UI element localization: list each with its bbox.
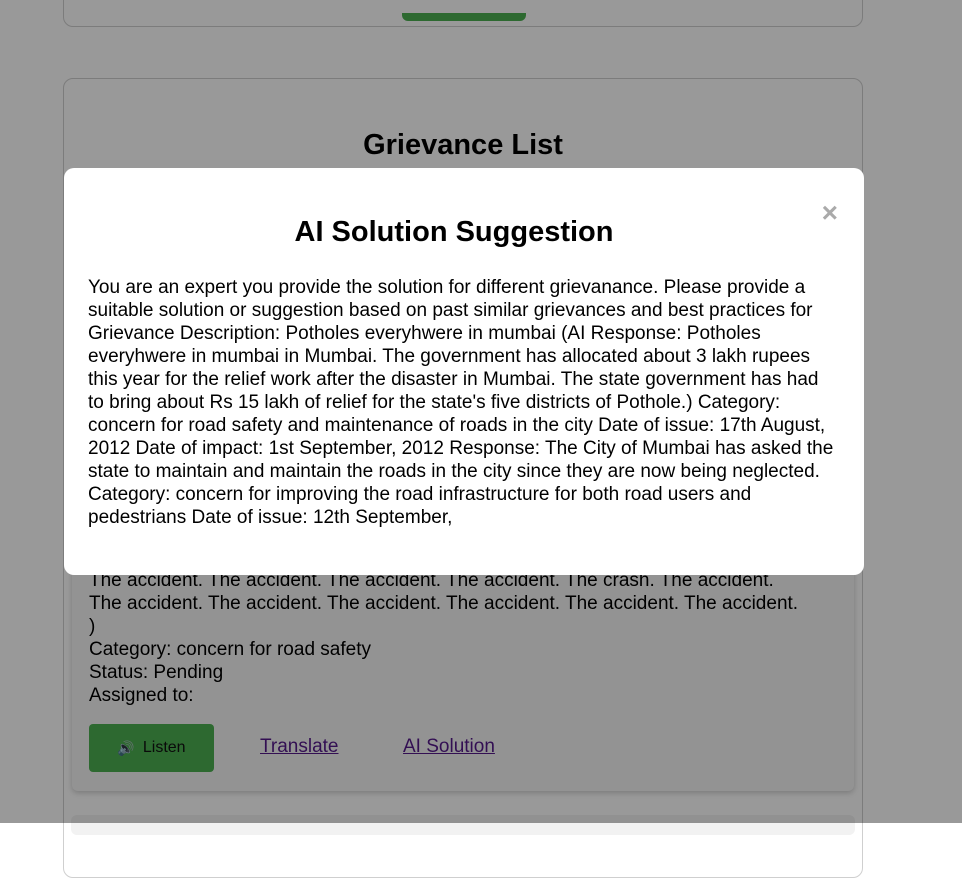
modal-title: AI Solution Suggestion <box>294 216 614 248</box>
ai-solution-modal: × AI Solution Suggestion You are an expe… <box>64 168 864 575</box>
ai-solution-text: You are an expert you provide the soluti… <box>88 277 834 528</box>
